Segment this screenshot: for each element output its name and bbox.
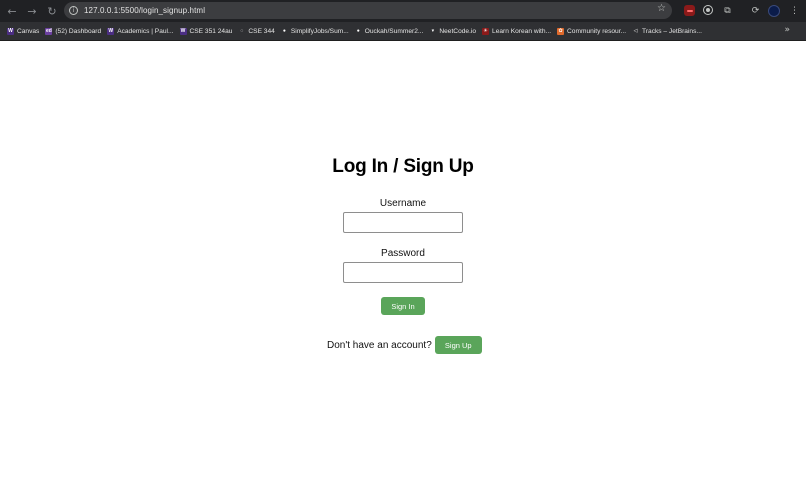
bookmark-favicon-icon: W [107, 27, 115, 35]
bookmark-star-icon[interactable]: ☆ [657, 3, 666, 14]
bookmark-item[interactable]: ◁ Tracks – JetBrains... [629, 22, 705, 41]
signup-row: Don't have an account? Sign Up [327, 336, 482, 354]
bookmark-label: (52) Dashboard [55, 27, 102, 35]
back-icon[interactable]: ← [2, 1, 22, 21]
bookmark-favicon-icon: ✿ [557, 27, 565, 35]
bookmark-favicon-icon: ● [354, 27, 362, 35]
tab-search-icon[interactable]: ⟳ [749, 4, 762, 17]
site-info-icon[interactable]: i [69, 6, 78, 15]
profile-avatar[interactable] [768, 5, 780, 17]
extensions-puzzle-icon[interactable]: ⧉ [721, 4, 734, 17]
bookmark-label: CSE 344 [248, 27, 275, 35]
bookmark-item[interactable]: ed (52) Dashboard [42, 22, 104, 41]
bookmark-item[interactable]: ☀ Learn Korean with... [479, 22, 554, 41]
bookmarks-bar: W Canvas ed (52) Dashboard W Academics | Paul… [0, 22, 806, 41]
bookmark-label: CSE 351 24au [189, 27, 233, 35]
no-account-text: Don't have an account? [327, 339, 432, 351]
bookmark-favicon-icon: ed [45, 27, 53, 35]
bookmark-label: Tracks – JetBrains... [642, 27, 702, 35]
browser-menu-icon[interactable]: ⋮ [788, 4, 801, 17]
bookmark-item[interactable]: W CSE 351 24au [177, 22, 236, 41]
bookmark-item[interactable]: ● Ouckah/Summer2... [352, 22, 427, 41]
bookmark-favicon-icon: ◌ [238, 27, 246, 35]
extension-red-icon[interactable] [684, 5, 695, 16]
login-page: Log In / Sign Up Username Password Sign … [0, 41, 806, 480]
bookmark-item[interactable]: ✿ Community resour... [554, 22, 629, 41]
bookmark-label: SimplifyJobs/Sum... [290, 27, 349, 35]
bookmark-item[interactable]: W Canvas [4, 22, 42, 41]
bookmark-favicon-icon: W [7, 27, 14, 35]
bookmark-label: Community resour... [567, 27, 627, 35]
bookmark-favicon-icon: W [179, 27, 187, 35]
password-label: Password [381, 248, 425, 259]
bookmark-item[interactable]: ◌ CSE 344 [235, 22, 277, 41]
bookmark-label: Academics | Paul... [117, 27, 174, 35]
bookmark-favicon-icon: ◁ [632, 27, 640, 35]
bookmark-label: NeetCode.io [439, 27, 477, 35]
username-input[interactable] [343, 212, 463, 233]
more-bookmarks-icon[interactable]: » [784, 25, 790, 35]
bookmark-favicon-icon: ▾ [429, 27, 437, 35]
bookmark-item[interactable]: ● SimplifyJobs/Sum... [278, 22, 352, 41]
bookmark-label: Ouckah/Summer2... [364, 27, 424, 35]
bookmark-label: Canvas [17, 27, 40, 35]
bookmark-favicon-icon: ☀ [482, 27, 490, 35]
sign-in-button[interactable]: Sign In [381, 297, 425, 315]
extension-eye-icon[interactable] [703, 5, 713, 15]
reload-icon[interactable]: ↻ [42, 1, 62, 21]
bookmark-favicon-icon: ● [280, 27, 288, 35]
password-input[interactable] [343, 262, 463, 283]
bookmark-item[interactable]: W Academics | Paul... [104, 22, 176, 41]
bookmark-label: Learn Korean with... [492, 27, 552, 35]
sign-up-button[interactable]: Sign Up [434, 336, 482, 354]
url-text[interactable]: 127.0.0.1:5500/login_signup.html [84, 6, 205, 15]
address-bar[interactable]: i 127.0.0.1:5500/login_signup.html ☆ [64, 2, 672, 19]
username-label: Username [379, 198, 427, 209]
bookmark-item[interactable]: ▾ NeetCode.io [426, 22, 479, 41]
forward-icon[interactable]: → [22, 1, 42, 21]
page-title: Log In / Sign Up [332, 156, 474, 177]
